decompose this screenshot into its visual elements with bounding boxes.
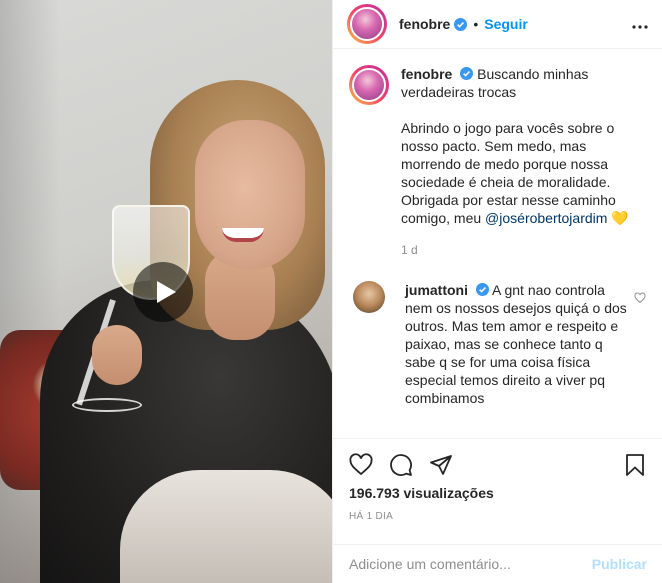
sofa-armrest (120, 470, 332, 583)
person-face (195, 120, 305, 270)
caption-block: fenobre Buscando minhas verdadeiras troc… (401, 65, 641, 259)
wine-glass-foot (72, 398, 142, 412)
author-avatar[interactable] (350, 7, 384, 41)
play-button[interactable] (133, 262, 193, 322)
post-video[interactable] (0, 0, 332, 583)
caption-first-line: fenobre Buscando minhas verdadeiras troc… (401, 65, 641, 101)
heart-icon[interactable] (349, 453, 373, 477)
comment-icon[interactable] (389, 453, 413, 477)
follow-button[interactable]: Seguir (484, 16, 528, 32)
author-avatar-ring[interactable] (347, 4, 387, 44)
view-count[interactable]: 196.793 visualizações (349, 485, 647, 501)
comment-text: A gnt nao controla nem os nossos desejos… (405, 282, 627, 406)
author-username[interactable]: fenobre (399, 16, 450, 32)
post-time[interactable]: HÁ 1 DIA (349, 511, 647, 522)
like-comment-heart-icon[interactable] (634, 281, 646, 407)
post-actions: 196.793 visualizações HÁ 1 DIA (333, 438, 662, 522)
publish-button[interactable]: Publicar (592, 556, 647, 572)
comments-list[interactable]: fenobre Buscando minhas verdadeiras troc… (333, 49, 662, 438)
share-icon[interactable] (429, 453, 453, 477)
commenter-username[interactable]: jumattoni (405, 282, 468, 298)
caption-avatar-ring[interactable] (349, 65, 389, 105)
separator-dot: • (473, 16, 479, 32)
caption-timestamp[interactable]: 1 d (401, 241, 641, 259)
verified-badge-icon (454, 17, 468, 31)
action-icons (349, 439, 647, 491)
caption-avatar[interactable] (352, 68, 386, 102)
verified-badge-icon (460, 67, 474, 80)
caption-body: Abrindo o jogo para vocês sobre o nosso … (401, 119, 641, 227)
comment-composer: Publicar (333, 544, 662, 583)
caption-mention-link[interactable]: @josérobertojardim (485, 210, 607, 226)
comment-item: jumattoni A gnt nao controla nem os noss… (349, 281, 646, 407)
commenter-avatar[interactable] (353, 281, 385, 313)
comment-block: jumattoni A gnt nao controla nem os noss… (405, 281, 627, 407)
comment-input[interactable] (349, 556, 592, 572)
post-header: fenobre • Seguir (333, 0, 662, 49)
person-hand (92, 325, 142, 385)
more-options-icon[interactable] (632, 16, 648, 32)
caption-username[interactable]: fenobre (401, 66, 452, 82)
post-sidebar: fenobre • Seguir fenobre Buscando minhas… (332, 0, 662, 583)
play-icon (156, 281, 176, 303)
yellow-heart-emoji: 💛 (611, 210, 629, 226)
verified-badge-icon (475, 283, 489, 296)
caption-item: fenobre Buscando minhas verdadeiras troc… (349, 65, 646, 259)
post-dialog: fenobre • Seguir fenobre Buscando minhas… (0, 0, 662, 583)
bookmark-icon[interactable] (623, 453, 647, 477)
